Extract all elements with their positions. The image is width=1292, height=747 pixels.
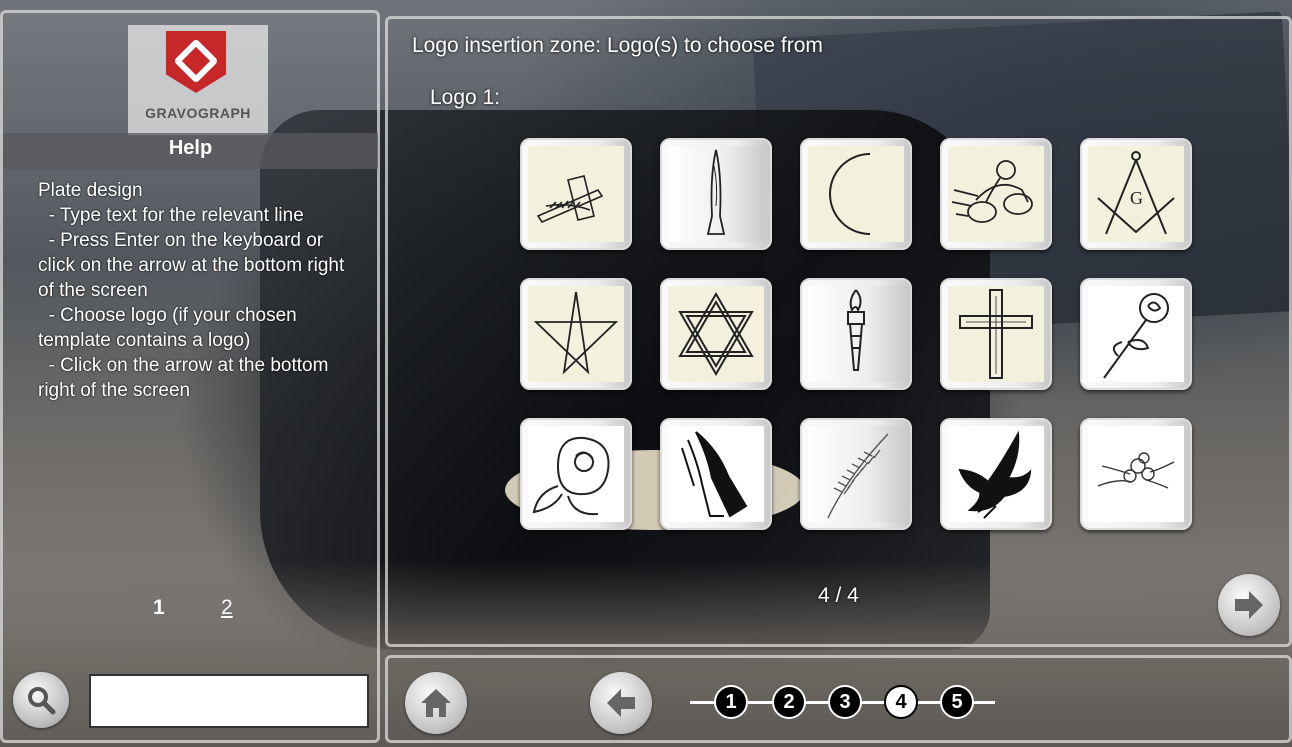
logo-tile-candle-flame[interactable] <box>660 138 772 250</box>
help-line: - Choose logo (if your chosen template c… <box>38 305 303 351</box>
logo-tile-rose-bloom[interactable] <box>520 418 632 530</box>
brand-name: GRAVOGRAPH <box>145 105 251 121</box>
help-page-1[interactable]: 1 <box>153 596 165 620</box>
back-button[interactable] <box>590 672 652 734</box>
logo-tile-cross-with-palm[interactable] <box>520 138 632 250</box>
help-title: Help <box>3 133 378 169</box>
help-line: Plate design <box>38 180 143 201</box>
brand-logo-icon <box>166 31 226 93</box>
logo-tile-motorcycle-rider[interactable] <box>940 138 1052 250</box>
logo-tile-rose[interactable] <box>1080 278 1192 390</box>
logo-slot-label: Logo 1: <box>430 86 501 109</box>
motorcycle-rider-icon <box>951 160 1033 223</box>
logo-tile-wheat-ear[interactable] <box>800 418 912 530</box>
rose-icon <box>1103 293 1169 379</box>
logo-grid: G <box>520 138 1200 538</box>
logo-tile-dove[interactable] <box>940 418 1052 530</box>
arrow-left-icon <box>607 689 635 717</box>
logo-tile-crescent-moon[interactable] <box>800 138 912 250</box>
svg-text:G: G <box>1130 188 1143 208</box>
dove-with-branch-icon <box>958 430 1032 519</box>
step-2[interactable]: 2 <box>772 685 806 719</box>
torch-icon <box>847 289 865 371</box>
logo-tile-praying-hands[interactable] <box>660 418 772 530</box>
rose-bloom-icon <box>532 436 610 516</box>
latin-cross-icon <box>959 289 1033 379</box>
logo-tile-star-of-david[interactable] <box>660 278 772 390</box>
next-button[interactable] <box>1218 574 1280 636</box>
help-page-2[interactable]: 2 <box>221 596 233 620</box>
logo-tile-latin-cross[interactable] <box>940 278 1052 390</box>
masonic-square-compass-icon: G <box>1097 151 1175 235</box>
candle-flame-icon <box>706 149 726 235</box>
cross-with-palm-icon <box>536 175 604 223</box>
crescent-moon-icon <box>829 153 871 235</box>
star-of-david-icon <box>678 292 754 376</box>
step-3[interactable]: 3 <box>828 685 862 719</box>
logo-tile-torch[interactable] <box>800 278 912 390</box>
search-input[interactable] <box>89 674 369 728</box>
home-button[interactable] <box>405 672 467 734</box>
zone-title: Logo insertion zone: Logo(s) to choose f… <box>412 34 823 57</box>
search-button[interactable] <box>13 672 69 728</box>
help-text: Plate design - Type text for the relevan… <box>38 178 348 403</box>
wheat-ear-icon <box>827 433 889 519</box>
step-5[interactable]: 5 <box>940 685 974 719</box>
help-line: - Click on the arrow at the bottom right… <box>38 355 334 401</box>
arrow-right-icon <box>1235 591 1263 619</box>
praying-hands-icon <box>681 431 748 518</box>
brand-logo: GRAVOGRAPH <box>128 25 268 135</box>
logo-page-indicator: 4 / 4 <box>818 584 859 607</box>
logo-tile-flower-bouquet[interactable] <box>1080 418 1192 530</box>
step-4-current[interactable]: 4 <box>884 685 918 719</box>
step-indicator: 1 2 3 4 5 <box>690 682 1000 722</box>
help-line: - Type text for the relevant line <box>38 205 304 226</box>
pentagram-star-icon <box>533 291 619 375</box>
home-icon <box>421 689 451 717</box>
logo-tile-masonic-compass[interactable]: G <box>1080 138 1192 250</box>
magnifier-icon <box>28 687 56 715</box>
flower-bouquet-icon <box>1097 452 1175 489</box>
logo-tile-pentagram[interactable] <box>520 278 632 390</box>
help-line: - Press Enter on the keyboard or click o… <box>38 230 350 301</box>
step-1[interactable]: 1 <box>714 685 748 719</box>
